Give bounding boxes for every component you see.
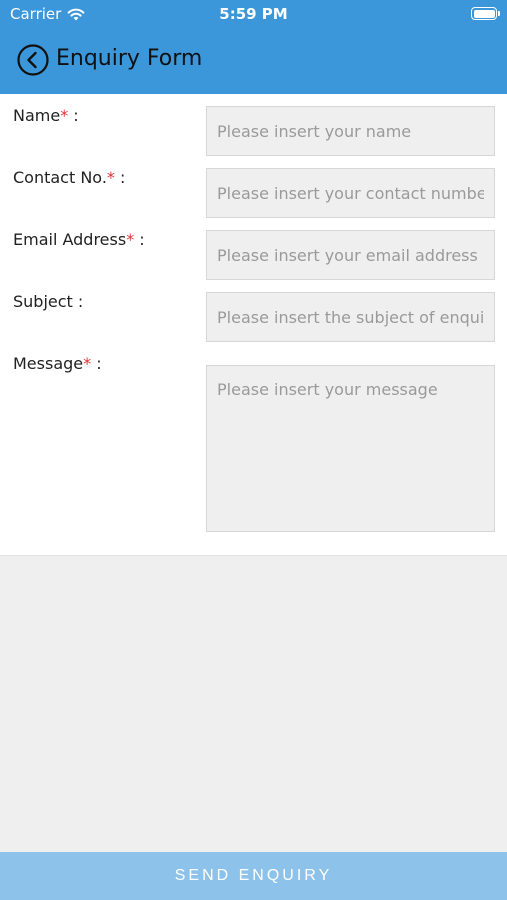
contact-label: Contact No.* : — [13, 168, 126, 187]
contact-number-input[interactable] — [206, 168, 495, 218]
clock: 5:59 PM — [219, 5, 288, 23]
name-label: Name* : — [13, 106, 79, 125]
message-label: Message* : — [13, 354, 102, 373]
navigation-bar: Enquiry Form — [0, 40, 507, 84]
required-marker: * — [106, 168, 115, 187]
name-input[interactable] — [206, 106, 495, 156]
required-marker: * — [126, 230, 135, 249]
subject-input[interactable] — [206, 292, 495, 342]
header: Carrier 5:59 PM Enquiry Form — [0, 0, 507, 94]
email-label: Email Address* : — [13, 230, 145, 249]
chevron-left-circle-icon — [17, 44, 49, 76]
status-bar: Carrier 5:59 PM — [0, 0, 507, 28]
enquiry-form: Name* : Contact No.* : Email Address* : … — [0, 94, 507, 556]
required-marker: * — [60, 106, 69, 125]
back-button[interactable] — [16, 43, 50, 77]
battery-icon — [471, 7, 497, 20]
email-input[interactable] — [206, 230, 495, 280]
subject-label: Subject : — [13, 292, 84, 311]
required-marker: * — [83, 354, 92, 373]
send-enquiry-button[interactable]: SEND ENQUIRY — [0, 852, 507, 900]
page-title: Enquiry Form — [56, 46, 203, 71]
message-textarea[interactable] — [206, 365, 495, 532]
battery-tip — [498, 11, 500, 16]
